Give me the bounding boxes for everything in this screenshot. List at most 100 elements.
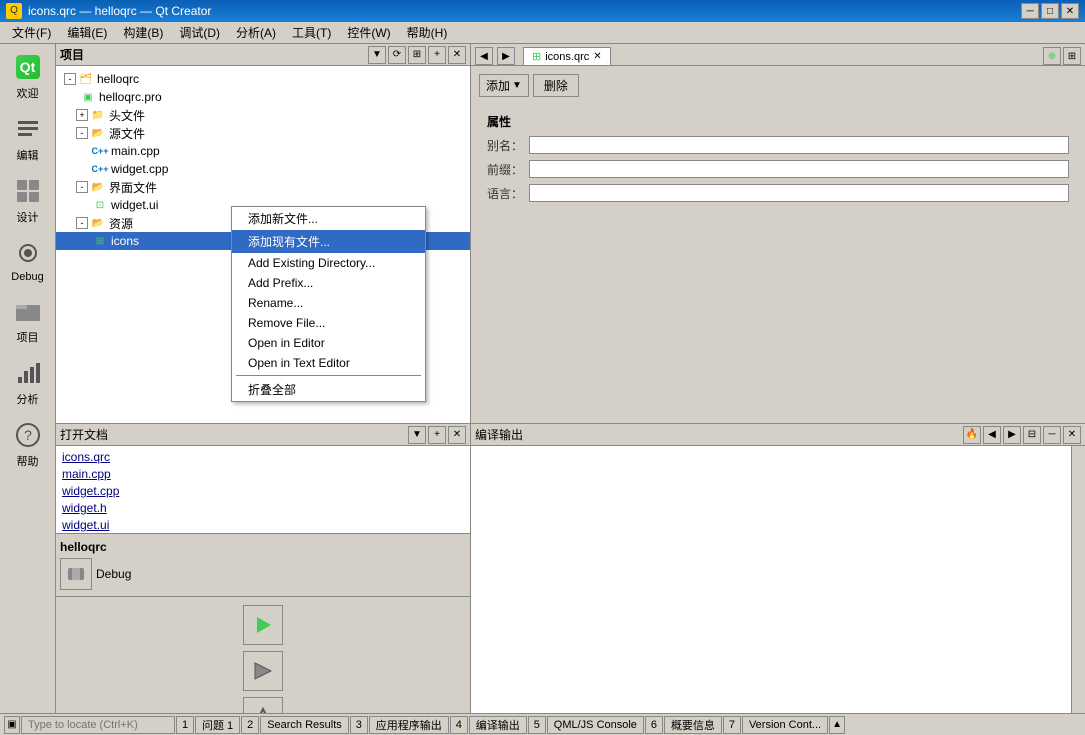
doc-item-icons-qrc[interactable]: icons.qrc	[62, 449, 464, 466]
doc-item-main-cpp[interactable]: main.cpp	[62, 466, 464, 483]
tab-icons-qrc[interactable]: ⊞ icons.qrc ✕	[523, 47, 611, 65]
status-problems[interactable]: 问题 1	[195, 716, 240, 734]
editor-forward-icon[interactable]: ▶	[497, 47, 515, 65]
tree-item-headers[interactable]: + 📁 头文件	[56, 106, 470, 124]
ctx-open-text-editor[interactable]: Open in Text Editor	[232, 353, 425, 373]
open-docs-close-icon[interactable]: ✕	[448, 426, 466, 444]
minimize-button[interactable]: ─	[1021, 3, 1039, 19]
doc-item-widget-ui[interactable]: widget.ui	[62, 517, 464, 533]
prop-row-language: 语言：	[487, 184, 1069, 202]
ctx-add-existing[interactable]: 添加现有文件...	[232, 230, 425, 253]
prop-input-language[interactable]	[529, 184, 1069, 202]
expander-helloqrc[interactable]: -	[64, 73, 76, 85]
status-qml-console[interactable]: QML/JS Console	[547, 716, 644, 734]
qrc-tab-icon: ⊞	[532, 50, 541, 63]
qrc-add-label: 添加	[486, 77, 510, 94]
status-app-output[interactable]: 应用程序输出	[369, 716, 449, 734]
project-tree[interactable]: - 🗂 helloqrc ▣ helloqrc.pro + 📁	[56, 66, 470, 423]
menu-analyze[interactable]: 分析(A)	[228, 22, 284, 43]
doc-item-widget-cpp[interactable]: widget.cpp	[62, 483, 464, 500]
ctx-collapse-all[interactable]: 折叠全部	[232, 378, 425, 401]
window-controls[interactable]: ─ □ ✕	[1021, 3, 1079, 19]
ctx-add-new[interactable]: 添加新文件...	[232, 207, 425, 230]
menu-controls[interactable]: 控件(W)	[339, 22, 398, 43]
ctx-open-editor[interactable]: Open in Editor	[232, 333, 425, 353]
status-search-results[interactable]: Search Results	[260, 716, 349, 734]
editor-back-icon[interactable]: ◀	[475, 47, 493, 65]
status-summary[interactable]: 概要信息	[664, 716, 722, 734]
close-panel-icon[interactable]: ✕	[448, 46, 466, 64]
tree-item-widget-cpp[interactable]: C++ widget.cpp	[56, 160, 470, 178]
editor-global-icon[interactable]: ⊕	[1043, 47, 1061, 65]
run-button[interactable]	[243, 605, 283, 645]
add-panel-icon[interactable]: +	[428, 46, 446, 64]
status-toggle-btn[interactable]: ▣	[4, 716, 20, 734]
expander-ui[interactable]: -	[76, 181, 88, 193]
expander-resources[interactable]: -	[76, 217, 88, 229]
menu-build[interactable]: 构建(B)	[115, 22, 171, 43]
sidebar-edit[interactable]: 编辑	[3, 108, 53, 168]
folder-icon-resources: 📂	[90, 215, 106, 231]
expander-sources[interactable]: -	[76, 127, 88, 139]
ctx-rename[interactable]: Rename...	[232, 293, 425, 313]
open-docs-filter-icon[interactable]: ▼	[408, 426, 426, 444]
sidebar-help[interactable]: ? 帮助	[3, 414, 53, 474]
menu-help[interactable]: 帮助(H)	[399, 22, 456, 43]
tab-close-icons-qrc[interactable]: ✕	[593, 51, 601, 62]
status-version-cont[interactable]: Version Cont...	[742, 716, 828, 734]
tab-label-icons-qrc: icons.qrc	[545, 51, 589, 63]
menu-tools[interactable]: 工具(T)	[284, 22, 339, 43]
menu-edit[interactable]: 编辑(E)	[59, 22, 115, 43]
status-up-arrow-icon[interactable]: ▲	[829, 716, 845, 734]
filter-icon[interactable]: ▼	[368, 46, 386, 64]
doc-item-widget-h[interactable]: widget.h	[62, 500, 464, 517]
status-compile-output[interactable]: 编译输出	[469, 716, 527, 734]
open-docs-list: icons.qrc main.cpp widget.cpp widget.h w…	[56, 446, 470, 533]
stop-button[interactable]	[243, 651, 283, 691]
tree-item-sources[interactable]: - 📂 源文件	[56, 124, 470, 142]
compile-pin-icon[interactable]: ⊟	[1023, 426, 1041, 444]
prop-input-alias[interactable]	[529, 136, 1069, 154]
sidebar-project[interactable]: 项目	[3, 290, 53, 350]
sidebar-design[interactable]: 设计	[3, 170, 53, 230]
compile-back-icon[interactable]: ◀	[983, 426, 1001, 444]
qrc-add-button[interactable]: 添加 ▼	[479, 74, 529, 97]
build-button[interactable]	[243, 697, 283, 713]
menu-debug[interactable]: 调试(D)	[171, 22, 228, 43]
prop-input-prefix[interactable]	[529, 160, 1069, 178]
compile-minimize-icon[interactable]: ─	[1043, 426, 1061, 444]
compile-forward-icon[interactable]: ▶	[1003, 426, 1021, 444]
sidebar-analyze[interactable]: 分析	[3, 352, 53, 412]
open-docs-add-icon[interactable]: +	[428, 426, 446, 444]
sidebar-welcome[interactable]: Qt 欢迎	[3, 46, 53, 106]
cpp-icon-widget: C++	[92, 161, 108, 177]
ctx-remove-file[interactable]: Remove File...	[232, 313, 425, 333]
editor-expand-icon[interactable]: ⊞	[1063, 47, 1081, 65]
status-search-input[interactable]	[28, 719, 168, 731]
helloqrc-debug-icon[interactable]	[60, 558, 92, 590]
menu-file[interactable]: 文件(F)	[4, 22, 59, 43]
sync-icon[interactable]: ⟳	[388, 46, 406, 64]
status-num-2: 2	[241, 716, 259, 734]
status-search[interactable]	[21, 716, 175, 734]
ctx-add-prefix[interactable]: Add Prefix...	[232, 273, 425, 293]
ctx-add-existing-dir[interactable]: Add Existing Directory...	[232, 253, 425, 273]
compile-scrollbar[interactable]	[1071, 446, 1085, 713]
sidebar-debug[interactable]: Debug	[3, 232, 53, 288]
close-button[interactable]: ✕	[1061, 3, 1079, 19]
folder-icon-sources: 📂	[90, 125, 106, 141]
status-num-6: 6	[645, 716, 663, 734]
statusbar: ▣ 1 问题 1 2 Search Results 3 应用程序输出 4 编译输…	[0, 713, 1085, 735]
tree-item-pro[interactable]: ▣ helloqrc.pro	[56, 88, 470, 106]
run-buttons-area	[56, 597, 470, 713]
qrc-delete-button[interactable]: 删除	[533, 74, 579, 97]
maximize-button[interactable]: □	[1041, 3, 1059, 19]
title-left: Q icons.qrc — helloqrc — Qt Creator	[6, 3, 211, 19]
layout-icon[interactable]: ⊞	[408, 46, 426, 64]
tree-item-main-cpp[interactable]: C++ main.cpp	[56, 142, 470, 160]
tree-item-ui-folder[interactable]: - 📂 界面文件	[56, 178, 470, 196]
compile-close-icon[interactable]: ✕	[1063, 426, 1081, 444]
compile-fire-icon[interactable]: 🔥	[963, 426, 981, 444]
expander-headers[interactable]: +	[76, 109, 88, 121]
tree-item-helloqrc[interactable]: - 🗂 helloqrc	[56, 70, 470, 88]
